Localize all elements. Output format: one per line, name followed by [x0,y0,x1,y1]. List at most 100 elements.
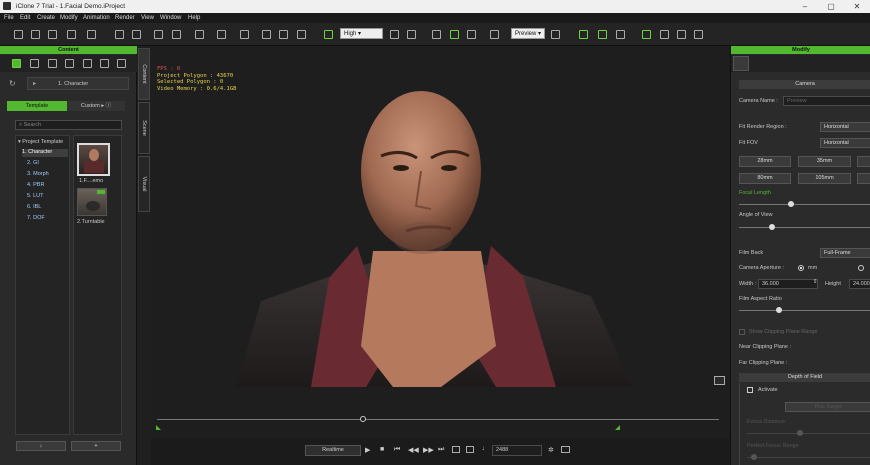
add-button[interactable]: + [71,441,121,451]
show-clipping-checkbox[interactable] [739,329,745,335]
tab-content-vertical[interactable]: Content [138,48,150,100]
tree-item-dof[interactable]: 7. DOF [27,215,45,221]
menu-file[interactable]: File [4,13,14,23]
dof-activate-checkbox[interactable] [747,387,753,393]
settings-sliders-icon[interactable] [733,56,749,71]
go-start-icon[interactable]: ⏮ [394,446,400,454]
animation-icon[interactable] [48,59,57,68]
film-back-select[interactable]: Full-Frame [820,248,870,258]
menu-view[interactable]: View [141,13,154,23]
angle-of-view-slider[interactable] [739,224,870,230]
info-icon[interactable] [432,30,441,39]
eyedropper-icon[interactable] [694,30,703,39]
checkbox-list-icon[interactable] [677,30,686,39]
tab-template[interactable]: Template [7,101,67,111]
import-icon[interactable] [67,30,76,39]
help-icon[interactable]: ⓘ [106,103,112,109]
export-icon[interactable] [87,30,96,39]
film-aspect-slider[interactable] [739,307,870,313]
light-icon[interactable] [390,30,399,39]
menu-render[interactable]: Render [115,13,135,23]
pen-add-icon[interactable] [598,30,607,39]
tree-item-ibl[interactable]: 6. IBL [27,204,41,210]
search-input[interactable]: ⌕ Search [15,120,122,130]
slider-knob[interactable] [797,430,803,436]
set-icon[interactable] [83,59,92,68]
lens-more-button-2[interactable] [857,173,870,184]
focus-distance-slider[interactable] [747,430,870,436]
link-icon[interactable] [297,30,306,39]
lens-more-button[interactable] [857,156,870,167]
comment-icon[interactable] [714,376,725,385]
tab-visual-vertical[interactable]: Visual [138,156,150,212]
close-button[interactable]: ✕ [844,0,870,13]
prop-icon[interactable] [100,59,109,68]
prev-frame-icon[interactable]: ◀◀ [408,446,419,454]
pen-icon[interactable] [579,30,588,39]
align-left-icon[interactable] [262,30,271,39]
play-icon[interactable]: ▶ [365,446,370,454]
slider-knob[interactable] [776,307,782,313]
refresh-icon[interactable]: ↻ [9,79,18,88]
camera-select[interactable]: Preview ▾ [511,28,545,39]
project-icon[interactable] [12,59,21,68]
camera-frame-icon[interactable] [467,30,476,39]
height-field[interactable]: 24.000 [849,279,870,289]
thumbnail-facial-demo[interactable] [77,143,110,176]
undo-icon[interactable] [115,30,124,39]
scale-icon[interactable] [217,30,226,39]
width-spinner-icon[interactable]: ⇕ [813,279,818,285]
camera-name-field[interactable]: Preview [783,96,870,106]
open-folder-icon[interactable] [31,30,40,39]
fit-render-region-select[interactable]: Horizontal [820,122,870,132]
menu-help[interactable]: Help [188,13,200,23]
flag-icon[interactable] [660,30,669,39]
width-field[interactable]: 36.000 [758,279,818,289]
menu-animation[interactable]: Animation [83,13,110,23]
actor-icon[interactable] [30,59,39,68]
lens-35mm-button[interactable]: 35mm [798,156,851,167]
save-icon[interactable] [48,30,57,39]
next-frame-icon[interactable]: ▶▶ [423,446,434,454]
tree-item-character[interactable]: 1. Character [22,149,68,157]
home-icon[interactable] [407,30,416,39]
pick-target-button[interactable]: Pick Target [785,402,870,412]
quality-select[interactable]: High ▾ [340,28,383,39]
transform-icon[interactable] [490,30,499,39]
puppet-icon[interactable] [616,30,625,39]
focal-length-slider[interactable] [739,201,870,207]
loop-icon[interactable] [452,446,460,453]
breadcrumb[interactable]: ▸ 1. Character [27,77,129,90]
motion-icon[interactable] [642,30,651,39]
timeline-toggle-icon[interactable] [561,446,570,453]
tree-item-root[interactable]: ▾ Project Template [18,139,63,145]
select-arrow-icon[interactable] [154,30,163,39]
slider-knob[interactable] [769,224,775,230]
stage-icon[interactable] [65,59,74,68]
lens-80mm-button[interactable]: 80mm [739,173,791,184]
menu-modify[interactable]: Modify [60,13,78,23]
aperture-inch-radio[interactable] [858,265,864,271]
minimize-button[interactable]: – [792,0,818,13]
menu-edit[interactable]: Edit [20,13,30,23]
perfect-focus-slider[interactable] [747,454,870,460]
3d-viewport[interactable]: FPS : 0 Project Polygon : 43670 Selected… [151,46,729,439]
media-icon[interactable] [117,59,126,68]
tree-item-gi[interactable]: 2. GI [27,160,39,166]
rotate-icon[interactable] [195,30,204,39]
camera-icon[interactable] [551,30,560,39]
thumbnail-turntable[interactable] [77,188,107,216]
tree-item-pbr[interactable]: 4. PBR [27,182,44,188]
tab-scene-vertical[interactable]: Scene [138,102,150,154]
move-icon[interactable] [172,30,181,39]
tree-item-morph[interactable]: 3. Morph [27,171,49,177]
new-file-icon[interactable] [14,30,23,39]
grid-icon[interactable] [450,30,459,39]
tree-item-lut[interactable]: 5. LUT [27,193,44,199]
paint-icon[interactable] [240,30,249,39]
playback-mode-select[interactable]: Realtime [305,445,361,456]
depth-of-field-header[interactable]: Depth of Field [739,373,870,382]
lens-28mm-button[interactable]: 28mm [739,156,791,167]
settings-gear-icon[interactable]: ✲ [548,446,554,454]
timeline-slider[interactable] [157,416,719,422]
